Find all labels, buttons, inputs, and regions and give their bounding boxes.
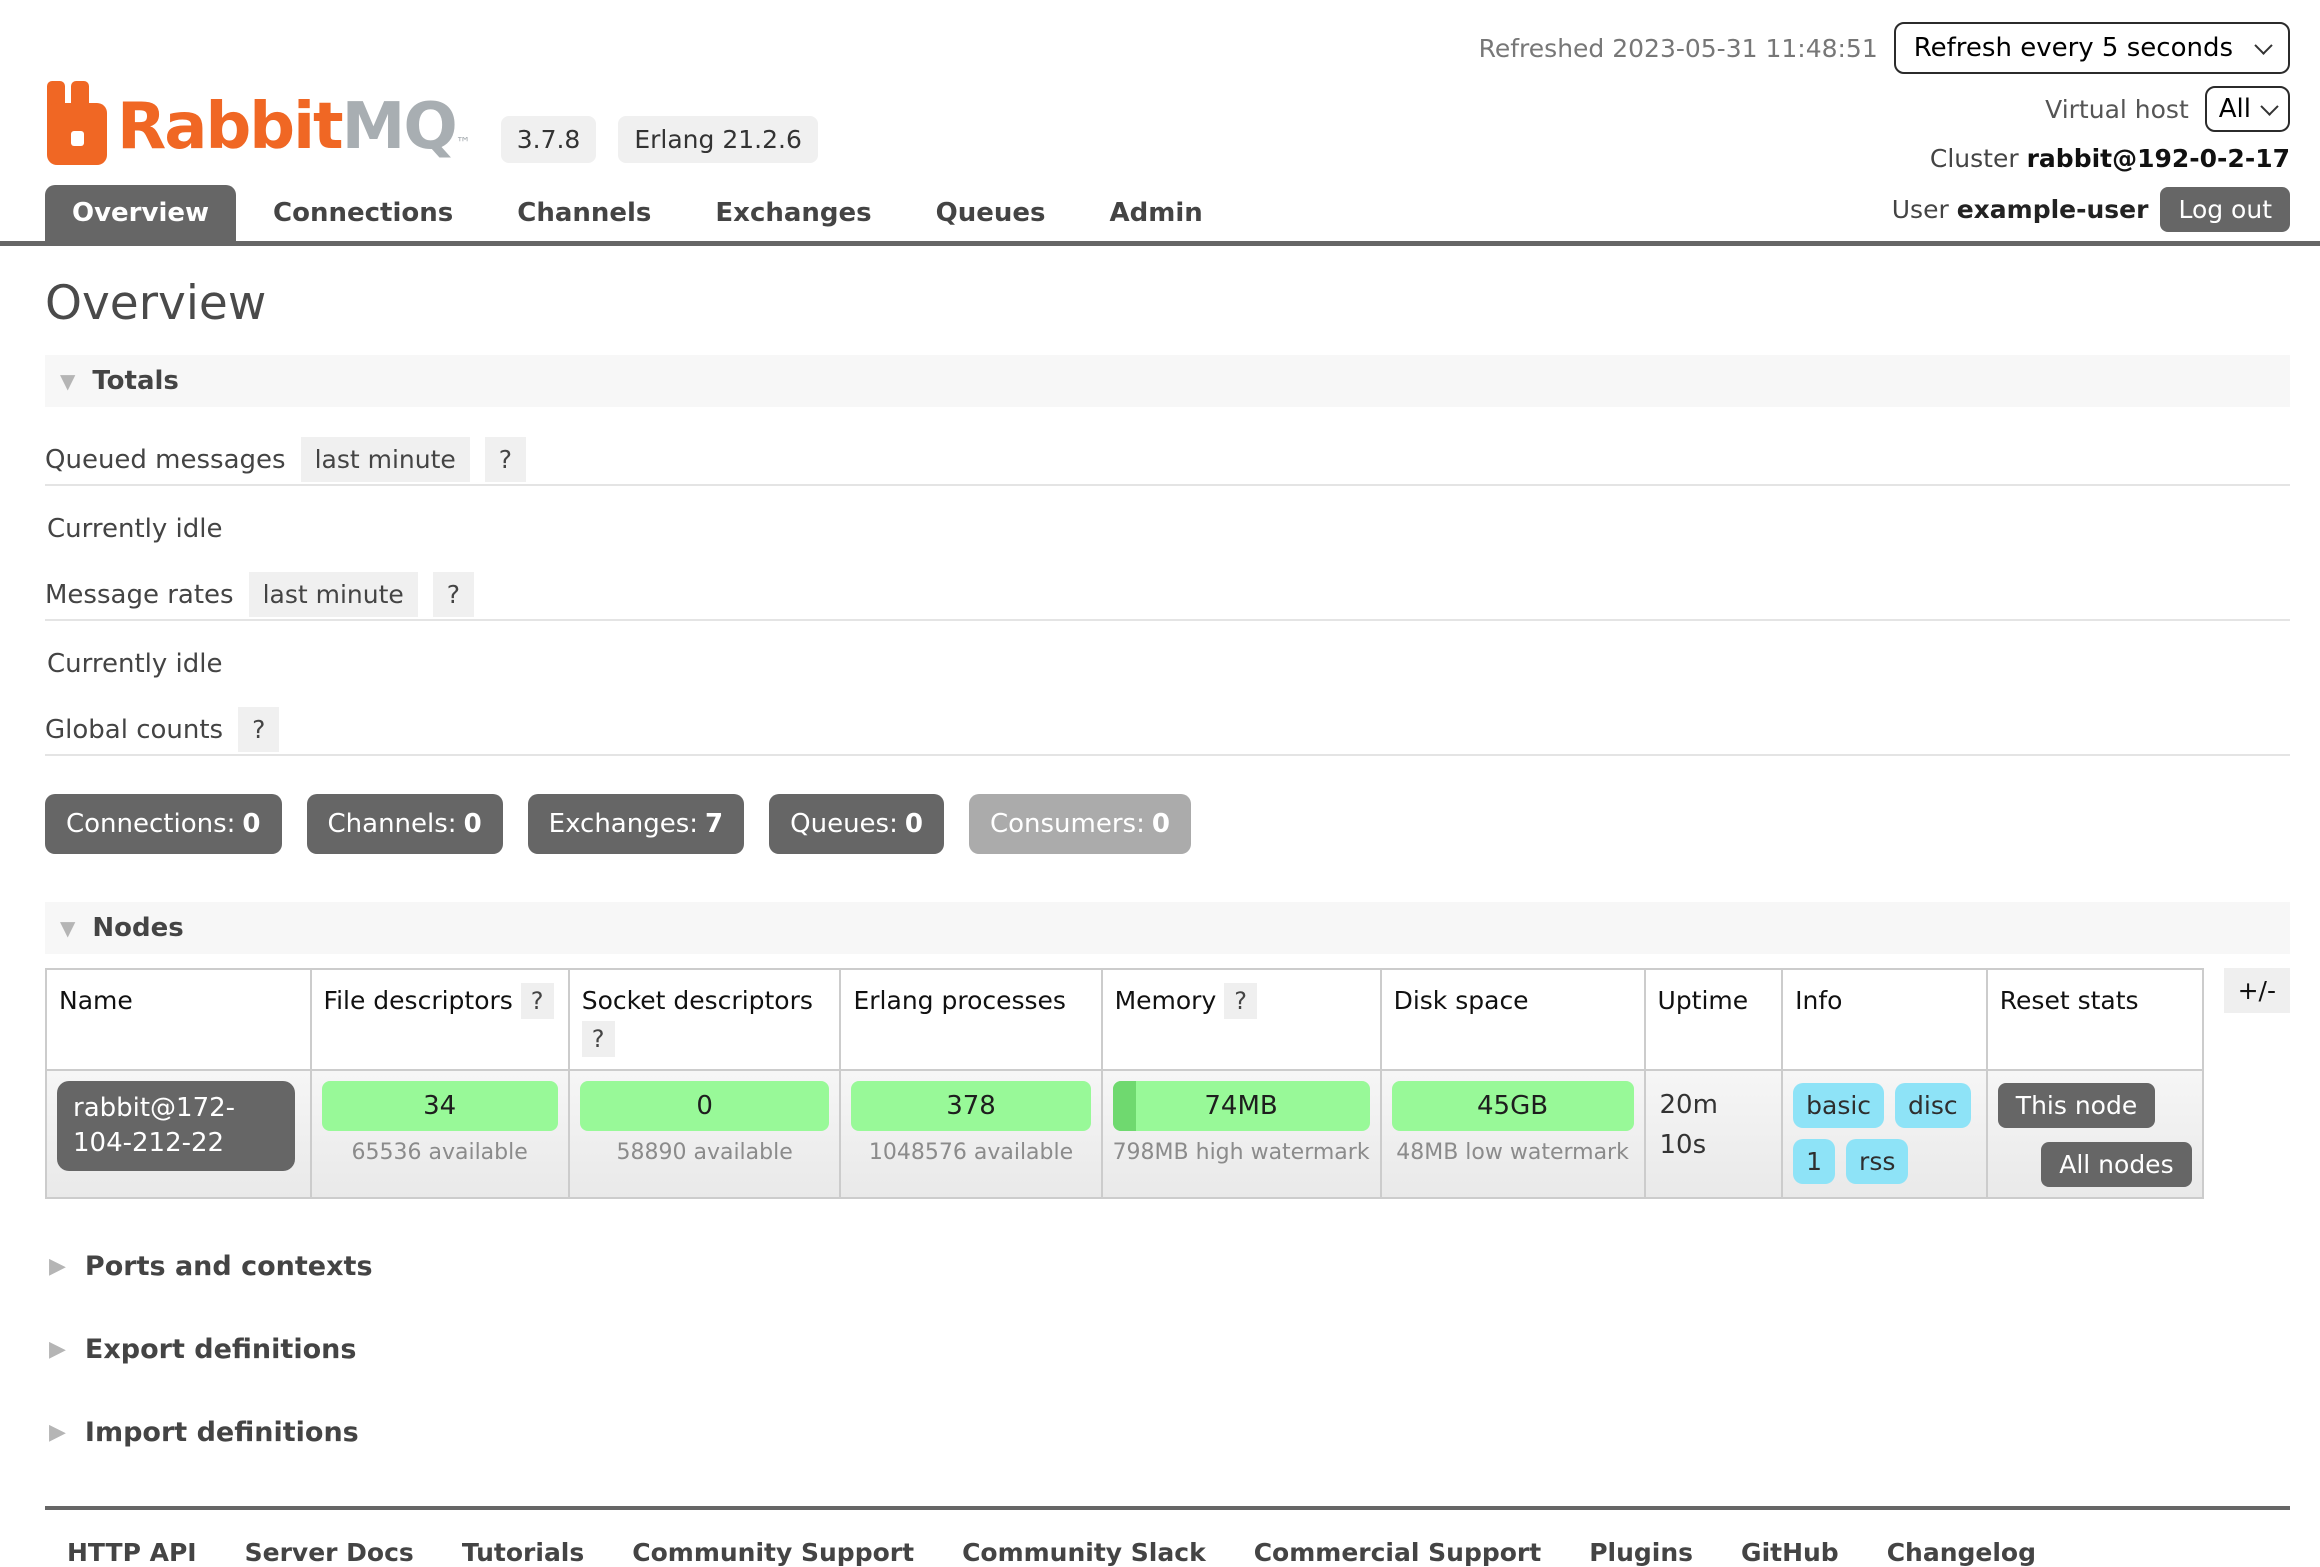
- expand-icon: ▶: [49, 1339, 66, 1361]
- toggle-columns-button[interactable]: +/-: [2224, 968, 2290, 1013]
- help-badge[interactable]: ?: [521, 983, 554, 1019]
- info-cell: basic disc 1 rss: [1782, 1070, 1987, 1198]
- info-badge-basic: basic: [1793, 1083, 1884, 1128]
- tab-channels[interactable]: Channels: [490, 185, 678, 241]
- collapse-icon: ▼: [60, 371, 75, 391]
- nodes-table-header-row: Name File descriptors ? Socket descripto…: [46, 969, 2203, 1070]
- footer-link-github[interactable]: GitHub: [1741, 1538, 1839, 1567]
- header: RabbitMQ™ 3.7.8 Erlang 21.2.6 Refreshed …: [45, 0, 2290, 173]
- uptime-cell: 20m 10s: [1645, 1070, 1783, 1198]
- node-name-badge[interactable]: rabbit@172-104-212-22: [57, 1081, 295, 1171]
- rate-window-tab[interactable]: last minute: [249, 572, 418, 617]
- expand-icon: ▶: [49, 1422, 66, 1444]
- erlang-version-badge: Erlang 21.2.6: [618, 116, 818, 163]
- rabbitmq-logo-icon: [45, 81, 109, 173]
- footer-link-community-slack[interactable]: Community Slack: [962, 1538, 1206, 1567]
- col-header-file-descriptors: File descriptors ?: [311, 969, 569, 1070]
- tab-bar: Overview Connections Channels Exchanges …: [0, 185, 2320, 246]
- tab-queues[interactable]: Queues: [909, 185, 1073, 241]
- col-header-info: Info: [1782, 969, 1987, 1070]
- tab-exchanges[interactable]: Exchanges: [688, 185, 898, 241]
- tab-admin[interactable]: Admin: [1083, 185, 1230, 241]
- reset-this-node-button[interactable]: This node: [1998, 1083, 2155, 1128]
- global-count-badges: Connections:0 Channels:0 Exchanges:7 Que…: [45, 794, 2290, 854]
- export-definitions-section[interactable]: ▶ Export definitions: [49, 1334, 2290, 1365]
- footer-links: HTTP API Server Docs Tutorials Community…: [45, 1506, 2290, 1567]
- memory-bar-fill: [1113, 1081, 1136, 1131]
- brand-text: RabbitMQ™: [117, 95, 471, 159]
- logout-button[interactable]: Log out: [2160, 187, 2290, 232]
- expand-icon: ▶: [49, 1256, 66, 1278]
- rate-window-tab[interactable]: last minute: [301, 437, 470, 482]
- queued-status-text: Currently idle: [47, 514, 2290, 544]
- queued-messages-heading: Queued messages last minute ?: [45, 437, 2290, 486]
- page-title: Overview: [45, 276, 2290, 331]
- tab-overview[interactable]: Overview: [45, 185, 236, 241]
- connections-count-badge[interactable]: Connections:0: [45, 794, 282, 854]
- help-badge[interactable]: ?: [238, 707, 279, 752]
- footer-link-plugins[interactable]: Plugins: [1589, 1538, 1693, 1567]
- global-counts-heading: Global counts ?: [45, 707, 2290, 756]
- virtual-host-select[interactable]: All: [2205, 86, 2290, 132]
- version-badge: 3.7.8: [501, 116, 597, 163]
- refreshed-timestamp: Refreshed 2023-05-31 11:48:51: [1479, 34, 1878, 63]
- socket-descriptors-cell: 0 58890 available: [569, 1070, 841, 1198]
- file-descriptors-cell: 34 65536 available: [311, 1070, 569, 1198]
- ports-and-contexts-section[interactable]: ▶ Ports and contexts: [49, 1251, 2290, 1282]
- footer-link-community-support[interactable]: Community Support: [632, 1538, 914, 1567]
- col-header-uptime: Uptime: [1645, 969, 1783, 1070]
- chevron-down-icon: [2260, 97, 2278, 115]
- collapse-icon: ▼: [60, 918, 75, 938]
- import-definitions-section[interactable]: ▶ Import definitions: [49, 1417, 2290, 1448]
- chevron-down-icon: [2254, 36, 2272, 54]
- disk-space-cell: 45GB 48MB low watermark: [1381, 1070, 1645, 1198]
- rates-status-text: Currently idle: [47, 649, 2290, 679]
- footer-link-commercial-support[interactable]: Commercial Support: [1254, 1538, 1542, 1567]
- col-header-disk-space: Disk space: [1381, 969, 1645, 1070]
- refresh-interval-select[interactable]: Refresh every 5 seconds: [1894, 22, 2290, 74]
- info-badge-rss: rss: [1846, 1139, 1908, 1184]
- user-label: User example-user: [1892, 195, 2149, 224]
- info-badge-disc: disc: [1895, 1083, 1971, 1128]
- footer-link-tutorials[interactable]: Tutorials: [462, 1538, 584, 1567]
- help-badge[interactable]: ?: [1224, 983, 1257, 1019]
- message-rates-heading: Message rates last minute ?: [45, 572, 2290, 621]
- footer-link-http-api[interactable]: HTTP API: [67, 1538, 197, 1567]
- help-badge[interactable]: ?: [485, 437, 526, 482]
- col-header-name: Name: [46, 969, 311, 1070]
- col-header-erlang-processes: Erlang processes: [840, 969, 1101, 1070]
- totals-section-header[interactable]: ▼ Totals: [45, 355, 2290, 407]
- col-header-reset-stats: Reset stats: [1987, 969, 2203, 1070]
- node-row: rabbit@172-104-212-22 34 65536 available…: [46, 1070, 2203, 1198]
- tab-connections[interactable]: Connections: [246, 185, 480, 241]
- nodes-section-header[interactable]: ▼ Nodes: [45, 902, 2290, 954]
- reset-stats-cell: This node All nodes: [1987, 1070, 2203, 1198]
- help-badge[interactable]: ?: [433, 572, 474, 617]
- col-header-socket-descriptors: Socket descriptors ?: [569, 969, 841, 1070]
- help-badge[interactable]: ?: [582, 1021, 615, 1057]
- footer-link-changelog[interactable]: Changelog: [1887, 1538, 2036, 1567]
- queues-count-badge[interactable]: Queues:0: [769, 794, 944, 854]
- footer-link-server-docs[interactable]: Server Docs: [245, 1538, 414, 1567]
- col-header-memory: Memory ?: [1102, 969, 1381, 1070]
- erlang-processes-cell: 378 1048576 available: [840, 1070, 1101, 1198]
- rabbitmq-logo[interactable]: RabbitMQ™: [45, 81, 471, 173]
- cluster-name: Cluster rabbit@192-0-2-17: [1930, 144, 2290, 173]
- info-badge-1: 1: [1793, 1139, 1835, 1184]
- exchanges-count-badge[interactable]: Exchanges:7: [528, 794, 744, 854]
- channels-count-badge[interactable]: Channels:0: [307, 794, 503, 854]
- nodes-table: Name File descriptors ? Socket descripto…: [45, 968, 2204, 1199]
- reset-all-nodes-button[interactable]: All nodes: [2041, 1142, 2191, 1187]
- virtual-host-label: Virtual host: [2045, 95, 2189, 124]
- consumers-count-badge: Consumers:0: [969, 794, 1191, 854]
- memory-cell: 74MB 798MB high watermark: [1102, 1070, 1381, 1198]
